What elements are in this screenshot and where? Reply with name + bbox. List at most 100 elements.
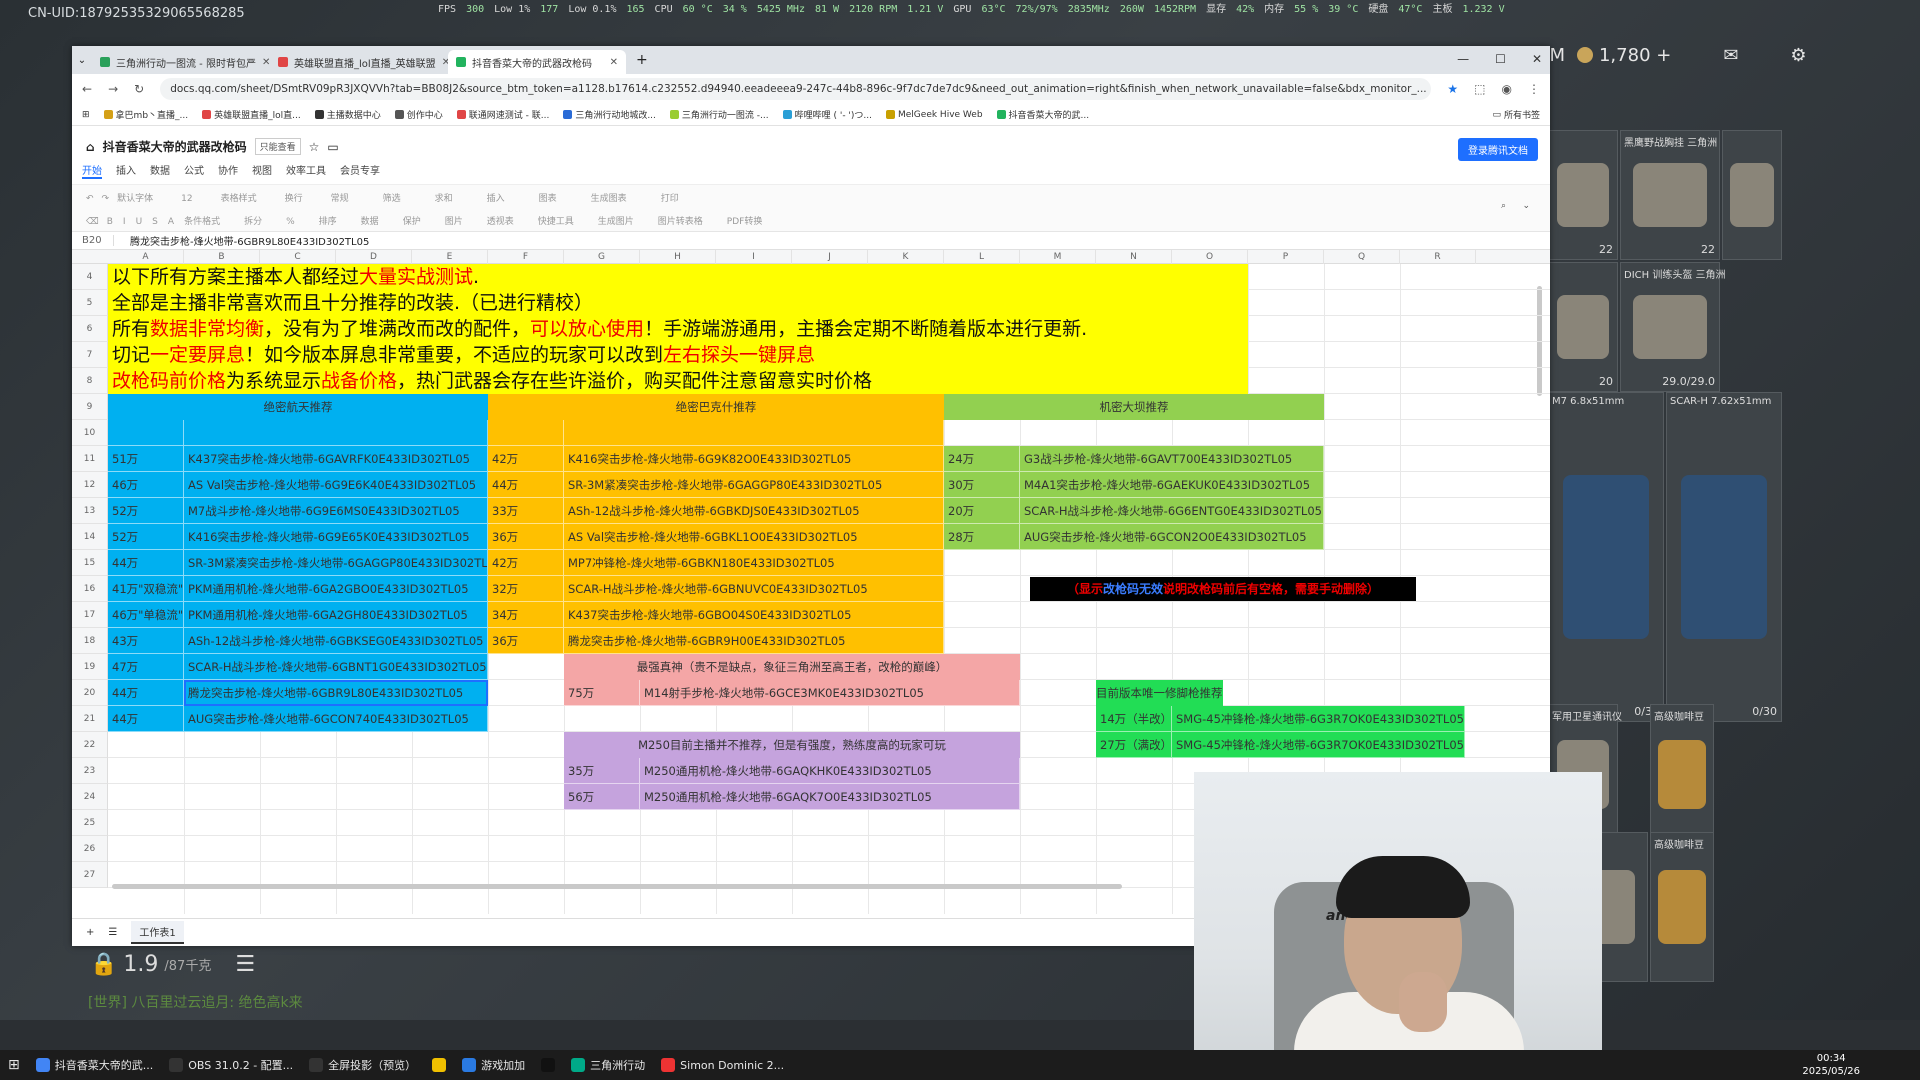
column-header[interactable]: D (336, 250, 412, 264)
gun-code-cell[interactable]: 腾龙突击步枪-烽火地带-6GBR9H00E433ID302TL05 (564, 628, 944, 654)
row-header[interactable]: 5 (72, 290, 108, 316)
horizontal-scrollbar[interactable] (112, 884, 1122, 889)
toolbar-button[interactable]: 打印 (661, 191, 679, 204)
folder-icon[interactable]: ▭ (327, 140, 338, 154)
bookmark-item[interactable]: 三角洲行动地城改... (563, 108, 656, 121)
toolbar-button[interactable]: 快捷工具 (538, 214, 574, 227)
taskbar-app[interactable]: 全屏投影（预览） (301, 1050, 424, 1080)
bookmark-item[interactable]: 拿巴mb丶直播_... (103, 108, 188, 121)
intro-line[interactable]: 以下所有方案主播本人都经过大量实战测试. (108, 264, 1248, 290)
back-icon[interactable]: ← (82, 82, 92, 96)
collapse-icon[interactable]: ⌄ (1522, 201, 1530, 211)
toolbar-button[interactable]: S (152, 217, 158, 227)
bookmark-item[interactable]: 联通网速测试 - 联... (456, 108, 549, 121)
price-cell[interactable]: 52万 (108, 524, 184, 550)
windows-start-icon[interactable]: ⊞ (0, 1050, 28, 1080)
gun-code-cell[interactable]: SR-3M紧凑突击步枪-烽火地带-6GAGGP80E433ID302TL05 (564, 472, 944, 498)
row-header[interactable]: 24 (72, 784, 108, 810)
row-header[interactable]: 7 (72, 342, 108, 368)
price-cell[interactable]: 36万 (488, 628, 564, 654)
column-header[interactable]: A (108, 250, 184, 264)
price-cell[interactable]: 36万 (488, 524, 564, 550)
gun-code-cell[interactable]: AUG突击步枪-烽火地带-6GCON2O0E433ID302TL05 (1020, 524, 1324, 550)
column-header[interactable]: Q (1324, 250, 1400, 264)
taskbar-app[interactable]: Simon Dominic 2... (653, 1050, 792, 1080)
doc-title[interactable]: 抖音香菜大帝的武器改枪码 (103, 138, 247, 155)
star-icon[interactable]: ☆ (309, 140, 320, 154)
toolbar-button[interactable]: 拆分 (244, 214, 262, 227)
gun-code-cell[interactable]: MP7冲锋枪-烽火地带-6GBKN180E433ID302TL05 (564, 550, 944, 576)
price-cell[interactable]: 41万"双稳流" (108, 576, 184, 602)
menu-tab[interactable]: 数据 (150, 162, 170, 179)
toolbar-button[interactable]: 排序 (319, 214, 337, 227)
inventory-slot[interactable]: 22 (1548, 130, 1618, 260)
price-cell[interactable] (488, 420, 564, 446)
row-header[interactable]: 19 (72, 654, 108, 680)
toolbar-button[interactable]: 保护 (403, 214, 421, 227)
minimize-icon[interactable]: — (1457, 52, 1469, 66)
gun-code-cell[interactable]: K416突击步枪-烽火地带-6G9E65K0E433ID302TL05 (184, 524, 488, 550)
inventory-slot[interactable]: 20 (1548, 262, 1618, 392)
gun-code-cell[interactable]: G3战斗步枪-烽火地带-6GAVT700E433ID302TL05 (1020, 446, 1324, 472)
sheet-tab[interactable]: 工作表1 (131, 921, 184, 944)
bookmark-star-icon[interactable]: ★ (1447, 82, 1458, 96)
price-cell[interactable]: 56万 (564, 784, 640, 810)
row-header[interactable]: 18 (72, 628, 108, 654)
view-mode-badge[interactable]: 只能查看 (254, 138, 301, 155)
cell-reference[interactable]: B20 (72, 235, 114, 246)
gear-icon[interactable]: ⚙ (1790, 45, 1806, 66)
row-header[interactable]: 20 (72, 680, 108, 706)
toolbar-button[interactable]: 12 (181, 194, 192, 204)
row-header[interactable]: 22 (72, 732, 108, 758)
price-cell[interactable]: 42万 (488, 446, 564, 472)
row-header[interactable]: 13 (72, 498, 108, 524)
intro-line[interactable]: 改枪码前价格为系统显示战备价格，热门武器会存在些许溢价，购买配件注意留意实时价格 (108, 368, 1248, 394)
inventory-slot[interactable] (1722, 130, 1782, 260)
bookmark-item[interactable]: 哔哩哔哩 ( '- ')つ... (782, 108, 872, 121)
inventory-slot[interactable]: 高级咖啡豆 (1650, 832, 1714, 982)
home-icon[interactable]: ⌂ (86, 140, 95, 154)
price-cell[interactable]: 75万 (564, 680, 640, 706)
price-cell[interactable]: 28万 (944, 524, 1020, 550)
tab-close-icon[interactable]: ✕ (262, 57, 270, 68)
gun-code-cell[interactable]: K437突击步枪-烽火地带-6GAVRFK0E433ID302TL05 (184, 446, 488, 472)
gun-code-cell[interactable]: ASh-12战斗步枪-烽火地带-6GBKDJS0E433ID302TL05 (564, 498, 944, 524)
toolbar-button[interactable]: 求和 (435, 191, 453, 204)
price-cell[interactable]: 44万 (108, 550, 184, 576)
inventory-slot[interactable]: 黑鹰野战胸挂 三角洲 22 (1620, 130, 1720, 260)
row-header[interactable]: 10 (72, 420, 108, 446)
gun-code-cell[interactable]: SR-3M紧凑突击步枪-烽火地带-6GAGGP80E433ID302TL05 (184, 550, 488, 576)
formula-input[interactable]: 腾龙突击步枪-烽火地带-6GBR9L80E433ID302TL05 (114, 233, 369, 248)
gun-code-cell[interactable]: ASh-12战斗步枪-烽火地带-6GBKSEG0E433ID302TL05 (184, 628, 488, 654)
toolbar-button[interactable]: 筛选 (383, 191, 401, 204)
section-header[interactable]: 机密大坝推荐 (944, 394, 1324, 420)
section-header[interactable]: 绝密巴克什推荐 (488, 394, 944, 420)
row-header[interactable]: 12 (72, 472, 108, 498)
gun-code-cell[interactable]: SMG-45冲锋枪-烽火地带-6G3R7OK0E433ID302TL05 (1172, 706, 1465, 732)
price-cell[interactable]: 30万 (944, 472, 1020, 498)
sheet-list-icon[interactable]: ☰ (108, 927, 117, 938)
column-header[interactable]: G (564, 250, 640, 264)
price-cell[interactable]: 46万"单稳流" (108, 602, 184, 628)
menu-tab[interactable]: 插入 (116, 162, 136, 179)
gun-code-cell[interactable]: AUG突击步枪-烽火地带-6GCON740E433ID302TL05 (184, 706, 488, 732)
section-header[interactable]: 目前版本唯一修脚枪推荐 (1096, 680, 1223, 706)
maximize-icon[interactable]: ☐ (1495, 52, 1506, 66)
price-cell[interactable]: 27万（满改） (1096, 732, 1172, 758)
price-cell[interactable]: 34万 (488, 602, 564, 628)
toolbar-button[interactable]: 图表 (539, 191, 557, 204)
column-header[interactable]: E (412, 250, 488, 264)
column-header[interactable]: K (868, 250, 944, 264)
all-bookmarks-folder[interactable]: ▭ 所有书签 (1492, 108, 1540, 122)
menu-tab[interactable]: 公式 (184, 162, 204, 179)
toolbar-button[interactable]: 默认字体 (117, 191, 153, 204)
inventory-slot[interactable]: SCAR-H 7.62x51mm 0/30 (1666, 392, 1782, 722)
price-cell[interactable]: 20万 (944, 498, 1020, 524)
row-header[interactable]: 26 (72, 836, 108, 862)
gun-code-cell[interactable]: PKM通用机枪-烽火地带-6GA2GBO0E433ID302TL05 (184, 576, 488, 602)
tab-close-icon[interactable]: ✕ (610, 57, 618, 68)
gun-code-cell[interactable]: SMG-45冲锋枪-烽火地带-6G3R7OK0E433ID302TL05 (1172, 732, 1465, 758)
profile-icon[interactable]: ◉ (1502, 82, 1512, 96)
gun-code-cell[interactable]: M7战斗步枪-烽火地带-6G9E6MS0E433ID302TL05 (184, 498, 488, 524)
browser-tab[interactable]: 英雄联盟直播_lol直播_英雄联盟 ✕ (270, 50, 448, 74)
